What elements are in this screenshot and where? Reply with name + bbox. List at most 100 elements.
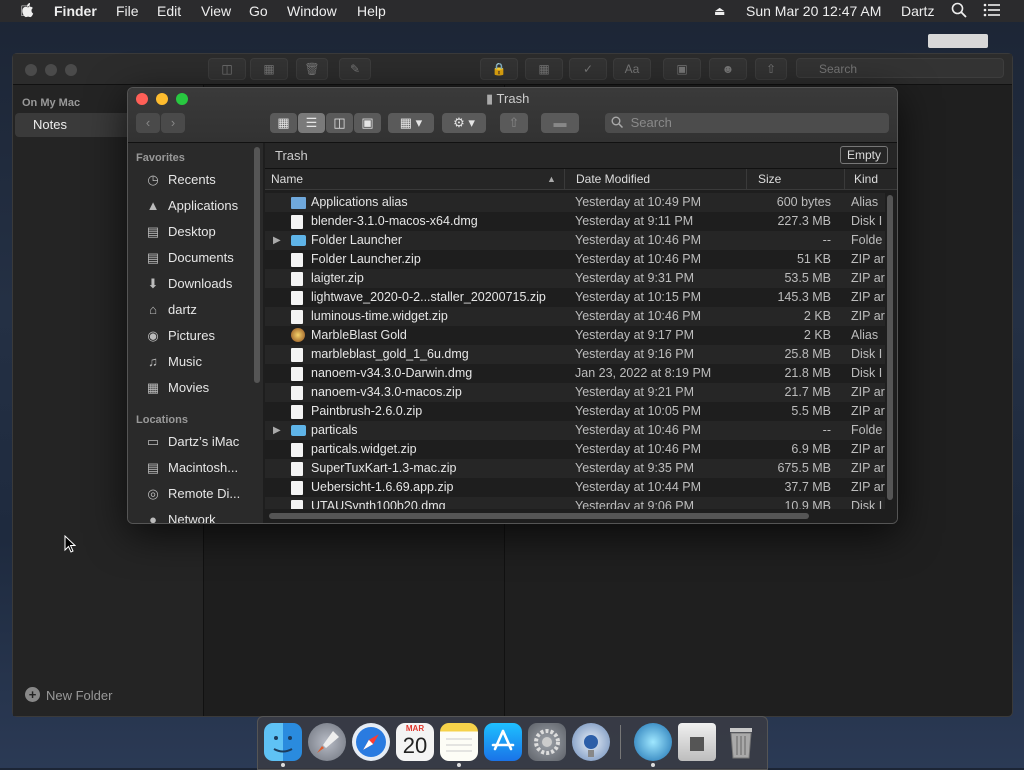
column-name[interactable]: Name [271,172,303,186]
sidebar-scrollbar[interactable] [254,147,260,383]
list-view-button[interactable]: ☰ [298,113,325,133]
file-icon [291,500,303,509]
table-row[interactable]: Applications alias Yesterday at 10:49 PM 6… [265,193,885,212]
notification-center-icon[interactable] [983,2,1001,21]
tag-button[interactable]: ▬ [541,113,579,133]
back-button[interactable]: ‹ [136,113,160,133]
icon-view-button[interactable]: ▦ [270,113,297,133]
menu-view[interactable]: View [201,3,231,19]
table-row[interactable]: Uebersicht-1.6.69.app.zip Yesterday at 10… [265,478,885,497]
table-row[interactable]: nanoem-v34.3.0-Darwin.dmg Jan 23, 2022 at… [265,364,885,383]
sidebar-item-dartz[interactable]: ⌂ dartz [144,299,262,321]
sidebar-item-applications[interactable]: ▲ Applications [144,195,262,217]
column-date-modified[interactable]: Date Modified [576,172,650,186]
table-row[interactable]: MarbleBlast Gold Yesterday at 9:17 PM 2 KB… [265,326,885,345]
marble-icon[interactable] [634,723,672,761]
table-row[interactable]: laigter.zip Yesterday at 9:31 PM 53.5 MB ZI… [265,269,885,288]
finder-icon[interactable] [264,723,302,761]
notes-search-input[interactable]: Search [796,58,1004,78]
menu-edit[interactable]: Edit [157,3,181,19]
trash-icon[interactable] [722,723,760,761]
sidebar-item-pictures[interactable]: ◉ Pictures [144,325,262,347]
column-view-button[interactable]: ◫ [326,113,353,133]
gallery-view-icon[interactable]: ▦ [250,58,288,80]
launchpad-icon[interactable] [308,723,346,761]
sidebar-item-movies[interactable]: ▦ Movies [144,377,262,399]
notes-icon[interactable] [440,723,478,761]
zoom-window-icon[interactable] [176,93,188,105]
spotlight-icon[interactable] [951,2,967,21]
sidebar-item-desktop[interactable]: ▤ Desktop [144,221,262,243]
menu-user[interactable]: Dartz [901,3,934,19]
finder-search-input[interactable]: Search [605,113,889,133]
preview-icon[interactable] [678,723,716,761]
forward-button[interactable]: › [161,113,185,133]
sidebar-toggle-icon[interactable]: ◫ [208,58,246,80]
zoom-window-icon[interactable] [65,64,77,76]
new-folder-button[interactable]: + New Folder [25,687,145,705]
hard-drive-icon[interactable] [928,34,988,48]
table-row[interactable]: particals.widget.zip Yesterday at 10:46 P… [265,440,885,459]
menu-clock[interactable]: Sun Mar 20 12:47 AM [746,3,881,19]
calendar-icon[interactable]: MAR 20 [396,723,434,761]
share-button[interactable]: ⇧ [500,113,528,133]
share-icon[interactable]: ⇧ [755,58,787,80]
minimize-window-icon[interactable] [45,64,57,76]
table-icon[interactable]: ▦ [525,58,563,80]
checklist-icon[interactable]: ✓ [569,58,607,80]
sidebar-item-macintosh[interactable]: ▤ Macintosh... [144,457,262,479]
sidebar-item-remote-di[interactable]: ◎ Remote Di... [144,483,262,505]
menu-file[interactable]: File [116,3,139,19]
sidebar-item-network[interactable]: ● Network [144,509,262,523]
format-text-icon[interactable]: Aa [613,58,651,80]
sidebar-item-dartz-s-imac[interactable]: ▭ Dartz’s iMac [144,431,262,453]
column-divider[interactable] [844,169,845,189]
media-icon[interactable]: ▣ [663,58,701,80]
collaborate-icon[interactable]: ☻ [709,58,747,80]
disclosure-triangle-icon[interactable]: ▶ [273,231,281,250]
table-row[interactable]: Paintbrush-2.6.0.zip Yesterday at 10:05 P… [265,402,885,421]
close-window-icon[interactable] [136,93,148,105]
sidebar-item-downloads[interactable]: ⬇ Downloads [144,273,262,295]
disclosure-triangle-icon[interactable]: ▶ [273,421,281,440]
close-window-icon[interactable] [25,64,37,76]
app-menu-finder[interactable]: Finder [54,3,97,19]
eject-icon[interactable]: ⏏ [714,4,725,18]
table-row[interactable]: nanoem-v34.3.0-macos.zip Yesterday at 9:2… [265,383,885,402]
column-divider[interactable] [564,169,565,189]
table-row[interactable]: ▶ particals Yesterday at 10:46 PM -- Folde [265,421,885,440]
column-divider[interactable] [746,169,747,189]
compose-note-icon[interactable]: ✎ [339,58,371,80]
action-gear-icon[interactable]: ⚙ ▾ [442,113,486,133]
lock-icon[interactable]: 🔒 [480,58,518,80]
column-kind[interactable]: Kind [854,172,878,186]
sidebar-item-recents[interactable]: ◷ Recents [144,169,262,191]
safari-icon[interactable] [352,723,390,761]
table-row[interactable]: blender-3.1.0-macos-x64.dmg Yesterday at … [265,212,885,231]
sidebar-item-music[interactable]: ♫ Music [144,351,262,373]
app-store-icon[interactable] [484,723,522,761]
column-size[interactable]: Size [758,172,781,186]
horizontal-scrollbar[interactable] [269,513,809,519]
menu-help[interactable]: Help [357,3,386,19]
sort-ascending-icon[interactable]: ▲ [547,174,556,184]
menu-go[interactable]: Go [249,3,268,19]
group-by-button[interactable]: ▦ ▾ [388,113,434,133]
minimize-window-icon[interactable] [156,93,168,105]
table-row[interactable]: ▶ Folder Launcher Yesterday at 10:46 PM -- F… [265,231,885,250]
system-preferences-icon[interactable] [528,723,566,761]
gallery-view-button[interactable]: ▣ [354,113,381,133]
table-row[interactable]: UTAUSynth100b20.dmg Yesterday at 9:06 PM 1… [265,497,885,509]
apple-logo-icon[interactable] [20,2,34,21]
migration-icon[interactable] [572,723,610,761]
table-row[interactable]: Folder Launcher.zip Yesterday at 10:46 PM… [265,250,885,269]
sidebar-item-documents[interactable]: ▤ Documents [144,247,262,269]
vertical-scrollbar[interactable] [887,195,893,500]
table-row[interactable]: luminous-time.widget.zip Yesterday at 10:… [265,307,885,326]
menu-window[interactable]: Window [287,3,337,19]
table-row[interactable]: marbleblast_gold_1_6u.dmg Yesterday at 9:… [265,345,885,364]
table-row[interactable]: lightwave_2020-0-2...staller_20200715.zi… [265,288,885,307]
table-row[interactable]: SuperTuxKart-1.3-mac.zip Yesterday at 9:3… [265,459,885,478]
delete-note-icon[interactable]: 🗑 [296,58,328,80]
empty-trash-button[interactable]: Empty [840,146,888,164]
